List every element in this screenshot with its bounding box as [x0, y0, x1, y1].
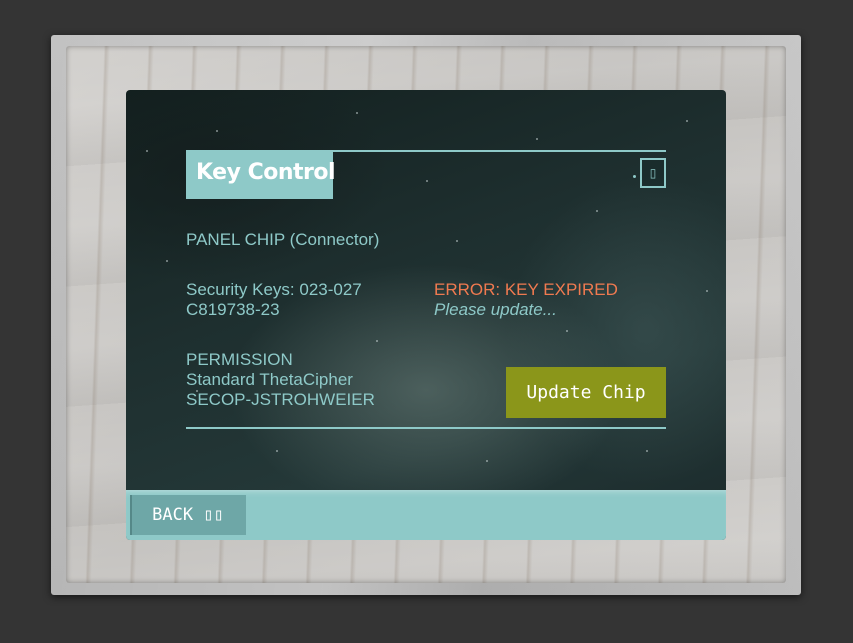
speckle: [216, 130, 218, 132]
panel-toggle-icon[interactable]: ▯: [640, 158, 666, 188]
chip-label: PANEL CHIP (Connector): [186, 230, 380, 249]
speckle: [686, 120, 688, 122]
title-tab: Key Control: [186, 151, 336, 199]
permission-type: Standard ThetaCipher: [186, 370, 353, 389]
speckle: [146, 150, 148, 152]
security-keys-id: C819738-23: [186, 300, 280, 319]
speckle: [276, 450, 278, 452]
error-message: Please update...: [434, 300, 557, 319]
speckle: [566, 330, 568, 332]
speckle: [646, 450, 648, 452]
indicator-dot: [633, 175, 636, 178]
speckle: [456, 240, 458, 242]
update-chip-button[interactable]: Update Chip: [506, 367, 666, 418]
speckle: [376, 340, 378, 342]
permission-user: SECOP-JSTROHWEIER: [186, 390, 375, 409]
permission-heading: PERMISSION: [186, 350, 293, 369]
speckle: [596, 210, 598, 212]
panel-bottom-divider: [186, 427, 666, 429]
back-button[interactable]: BACK ▯▯: [130, 495, 246, 535]
speckle: [536, 138, 538, 140]
speckle: [356, 112, 358, 114]
device-inner-frame: Key Control ▯ PANEL CHIP (Connector) Sec…: [66, 46, 786, 583]
error-title: ERROR: KEY EXPIRED: [434, 280, 618, 299]
footer-bar: BACK ▯▯: [126, 490, 726, 540]
speckle: [486, 460, 488, 462]
device-outer-frame: Key Control ▯ PANEL CHIP (Connector) Sec…: [51, 35, 801, 595]
speckle: [166, 260, 168, 262]
security-keys-range: Security Keys: 023-027: [186, 280, 362, 299]
panel-title: Key Control: [196, 160, 336, 185]
screen: Key Control ▯ PANEL CHIP (Connector) Sec…: [126, 90, 726, 540]
speckle: [706, 290, 708, 292]
speckle: [426, 180, 428, 182]
